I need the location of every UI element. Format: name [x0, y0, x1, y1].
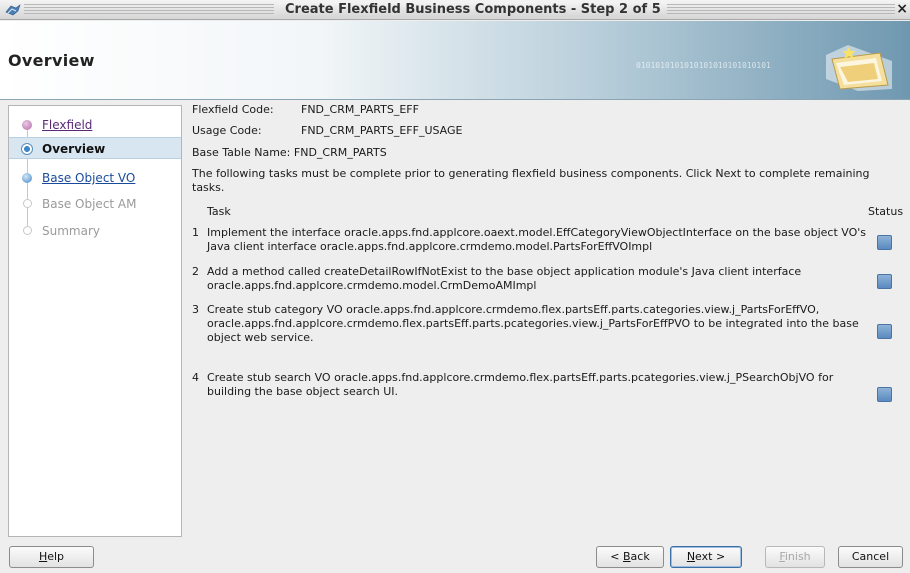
task-column-header: Task: [207, 205, 231, 218]
task-text: Add a method called createDetailRowIfNot…: [207, 265, 802, 292]
window-titlebar: Create Flexfield Business Components - S…: [0, 0, 910, 20]
help-button[interactable]: Help: [9, 546, 94, 568]
task-text: Create stub category VO oracle.apps.fnd.…: [207, 303, 859, 344]
wizard-step-nav: Flexfield Overview Base Object VO Base O…: [8, 105, 182, 537]
step-flexfield[interactable]: Flexfield: [9, 114, 181, 136]
step-label: Base Object VO: [42, 171, 136, 185]
step-summary: Summary: [9, 220, 181, 242]
back-button[interactable]: < Back: [596, 546, 664, 568]
binary-decoration: 0101010101010101010101010101: [636, 61, 771, 70]
titlebar-grip-left: [24, 4, 274, 16]
help-mnemonic: H: [38, 550, 48, 563]
task-number: 3: [192, 303, 199, 316]
task-number: 4: [192, 371, 199, 384]
back-mnemonic: B: [623, 550, 631, 563]
finish-label-rest: inish: [784, 550, 811, 563]
window-title: Create Flexfield Business Components - S…: [279, 2, 667, 17]
task-text: Create stub search VO oracle.apps.fnd.ap…: [207, 371, 834, 398]
intro-text: The following tasks must be complete pri…: [192, 167, 870, 194]
status-box-icon: [877, 387, 892, 402]
usage-code-value: FND_CRM_PARTS_EFF_USAGE: [301, 124, 463, 137]
field-label: Base Table Name:: [192, 146, 291, 159]
step-disabled-icon: [23, 199, 32, 208]
step-disabled-icon: [23, 226, 32, 235]
next-button[interactable]: Next >: [670, 546, 742, 568]
flexfield-code-row: Flexfield Code: FND_CRM_PARTS_EFF: [192, 103, 419, 116]
step-current-icon: [21, 143, 33, 155]
task-number: 1: [192, 226, 199, 239]
next-label-rest: ext >: [695, 550, 726, 563]
step-visited-icon: [22, 120, 32, 130]
task-text: Implement the interface oracle.apps.fnd.…: [207, 226, 867, 253]
base-table-value: FND_CRM_PARTS: [293, 146, 387, 159]
next-mnemonic: N: [686, 550, 696, 563]
back-label-rest: ack: [630, 550, 650, 563]
step-overview[interactable]: Overview: [9, 137, 181, 159]
step-base-object-am: Base Object AM: [9, 193, 181, 215]
back-prefix: <: [610, 550, 623, 563]
step-label: Base Object AM: [42, 197, 137, 211]
titlebar-grip-right: [640, 4, 895, 16]
field-label: Usage Code:: [192, 124, 262, 137]
cancel-button[interactable]: Cancel: [838, 546, 903, 568]
close-icon[interactable]: ×: [896, 1, 908, 17]
status-box-icon: [877, 324, 892, 339]
base-table-row: Base Table Name: FND_CRM_PARTS: [192, 146, 387, 159]
finish-button: Finish: [765, 546, 825, 568]
step-next-icon: [22, 173, 32, 183]
app-icon: [5, 4, 21, 16]
status-box-icon: [877, 274, 892, 289]
help-label-rest: elp: [47, 550, 65, 563]
usage-code-row: Usage Code: FND_CRM_PARTS_EFF_USAGE: [192, 124, 463, 137]
flexfield-code-value: FND_CRM_PARTS_EFF: [301, 103, 419, 116]
step-label: Summary: [42, 224, 100, 238]
page-heading: Overview: [8, 51, 95, 70]
folder-graphic-icon: [826, 45, 892, 91]
task-number: 2: [192, 265, 199, 278]
step-label: Overview: [42, 142, 106, 156]
field-label: Flexfield Code:: [192, 103, 274, 116]
header-banner: Overview 0101010101010101010101010101: [0, 21, 910, 100]
step-label: Flexfield: [42, 118, 93, 132]
status-column-header: Status: [868, 205, 904, 218]
step-base-object-vo[interactable]: Base Object VO: [9, 167, 181, 189]
status-box-icon: [877, 235, 892, 250]
